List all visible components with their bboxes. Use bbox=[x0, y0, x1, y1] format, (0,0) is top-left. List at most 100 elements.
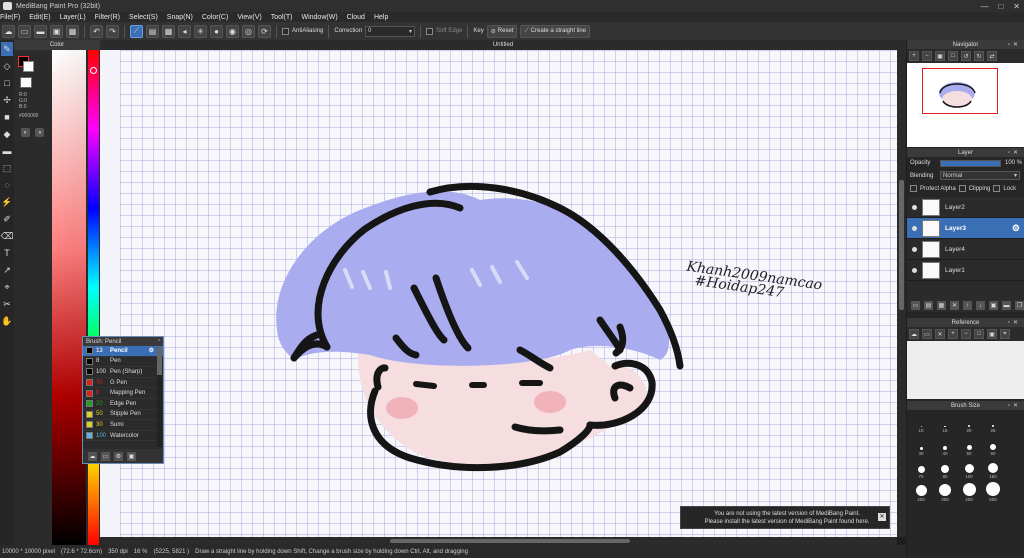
brush-size-option[interactable]: 150 bbox=[983, 459, 1003, 479]
brush-item[interactable]: 100 Watercolor bbox=[83, 431, 163, 442]
zoom-out-icon[interactable]: − bbox=[922, 51, 932, 61]
reference-view[interactable] bbox=[907, 341, 1024, 399]
menu-cloud[interactable]: Cloud bbox=[347, 14, 365, 21]
lasso-tool-icon[interactable]: ◌ bbox=[1, 178, 13, 192]
brush-size-option[interactable]: 30 bbox=[911, 436, 931, 456]
delete-layer-icon[interactable]: ✕ bbox=[950, 301, 959, 310]
opacity-slider[interactable] bbox=[940, 159, 1001, 167]
visibility-eye-icon[interactable] bbox=[912, 246, 917, 252]
eyedropper-icon[interactable]: ⌖ bbox=[1000, 329, 1010, 339]
brush-size-option[interactable]: 15 bbox=[935, 413, 955, 433]
zoom-in-icon[interactable]: + bbox=[909, 51, 919, 61]
panel-buttons[interactable]: ▫✕ bbox=[1008, 402, 1021, 409]
color-wheel-icon[interactable]: ◐ bbox=[21, 128, 30, 137]
crosshatch-icon[interactable]: ▦ bbox=[162, 24, 175, 38]
brush-size-option[interactable]: 40 bbox=[935, 436, 955, 456]
duplicate-layer-icon[interactable]: ❐ bbox=[1015, 301, 1024, 310]
curve-icon[interactable]: ⟳ bbox=[258, 24, 271, 38]
move-down-icon[interactable]: ↓ bbox=[976, 301, 985, 310]
lock-checkbox[interactable] bbox=[993, 185, 1001, 192]
brush-list-scrollbar[interactable] bbox=[157, 347, 162, 447]
brush-size-option[interactable]: 300 bbox=[935, 482, 955, 502]
save-icon[interactable]: ▣ bbox=[50, 24, 63, 38]
vertical-scroll-thumb[interactable] bbox=[899, 180, 904, 310]
menu-view[interactable]: View(V) bbox=[237, 14, 261, 21]
visibility-eye-icon[interactable] bbox=[912, 225, 917, 231]
menu-tool[interactable]: Tool(T) bbox=[271, 14, 293, 21]
canvas-area[interactable]: Khanh2009namcao #Hoidap247 bbox=[100, 50, 897, 537]
move-up-icon[interactable]: ↑ bbox=[963, 301, 972, 310]
antialiasing-checkbox[interactable] bbox=[282, 27, 289, 35]
brush-item[interactable]: 8 Pen bbox=[83, 357, 163, 368]
brush-size-option[interactable]: 50 bbox=[959, 436, 979, 456]
maximize-button[interactable]: □ bbox=[998, 2, 1003, 11]
magic-wand-icon[interactable]: ⚡ bbox=[1, 195, 13, 209]
select-eraser-icon[interactable]: ⌫ bbox=[1, 229, 14, 243]
brush-size-option[interactable]: 400 bbox=[959, 482, 979, 502]
menu-filter[interactable]: Filter(R) bbox=[95, 14, 120, 21]
brush-settings-icon[interactable]: ⚙ bbox=[114, 451, 123, 461]
gradient-tool-icon[interactable]: ▬ bbox=[1, 144, 13, 158]
straight-line-tool-icon[interactable]: ⟋ bbox=[130, 24, 143, 38]
brush-size-option[interactable]: 10 bbox=[911, 413, 931, 433]
menu-help[interactable]: Help bbox=[374, 14, 388, 21]
eyedropper-icon[interactable]: ⌖ bbox=[1, 280, 13, 294]
menu-file[interactable]: File(F) bbox=[0, 14, 20, 21]
transparent-color-swatch[interactable] bbox=[20, 77, 32, 88]
horizontal-scroll-thumb[interactable] bbox=[390, 539, 630, 543]
background-color-swatch[interactable] bbox=[23, 61, 34, 72]
brush-item[interactable]: 8 Mapping Pen bbox=[83, 388, 163, 399]
hand-tool-icon[interactable]: ✋ bbox=[1, 314, 13, 328]
chat-icon[interactable]: ▬ bbox=[34, 24, 47, 38]
text-tool-icon[interactable]: T bbox=[1, 246, 13, 260]
divide-tool-icon[interactable]: ✂ bbox=[1, 297, 13, 311]
brush-item[interactable]: 13 Pencil ⚙ bbox=[83, 346, 163, 357]
move-tool-icon[interactable]: ✢ bbox=[1, 93, 13, 107]
brush-size-option[interactable]: 25 bbox=[983, 413, 1003, 433]
brush-size-option[interactable]: 20 bbox=[959, 413, 979, 433]
zoom-in-icon[interactable]: + bbox=[948, 329, 958, 339]
gear-icon[interactable]: ⚙ bbox=[1012, 223, 1024, 234]
select-tool-icon[interactable]: ⬚ bbox=[1, 161, 13, 175]
drawing-canvas[interactable]: Khanh2009namcao #Hoidap247 bbox=[120, 50, 897, 537]
brush-size-option[interactable]: 500 bbox=[983, 482, 1003, 502]
actual-size-icon[interactable]: ▣ bbox=[987, 329, 997, 339]
close-window-button[interactable]: ✕ bbox=[1013, 2, 1020, 11]
perspective-icon[interactable]: ◂ bbox=[178, 24, 191, 38]
protect-alpha-checkbox[interactable] bbox=[910, 185, 917, 192]
reset-button[interactable]: ⊘ Reset bbox=[486, 24, 518, 38]
delete-brush-icon[interactable]: ▣ bbox=[127, 451, 136, 461]
fill-tool-icon[interactable]: ◆ bbox=[1, 127, 13, 141]
new-brush-icon[interactable]: ▭ bbox=[101, 451, 110, 461]
redo-icon[interactable]: ↷ bbox=[106, 24, 119, 38]
layer-item[interactable]: Layer2 bbox=[907, 197, 1024, 218]
blending-select[interactable]: Normal ▾ bbox=[940, 171, 1020, 180]
brush-tool-icon[interactable]: ✎ bbox=[1, 42, 13, 56]
clipping-checkbox[interactable] bbox=[958, 185, 966, 192]
folder-icon[interactable]: ▭ bbox=[922, 329, 932, 339]
merge-layer-icon[interactable]: ▣ bbox=[989, 301, 998, 310]
flip-icon[interactable]: ⇄ bbox=[987, 51, 997, 61]
menu-edit[interactable]: Edit(E) bbox=[29, 14, 50, 21]
brush-size-option[interactable]: 60 bbox=[983, 436, 1003, 456]
brush-size-option[interactable]: 100 bbox=[959, 459, 979, 479]
fit-icon[interactable]: ▣ bbox=[935, 51, 945, 61]
actual-size-icon[interactable]: □ bbox=[948, 51, 958, 61]
eraser-tool-icon[interactable]: ◇ bbox=[1, 59, 13, 73]
brush-item[interactable]: 100 Pen (Sharp) bbox=[83, 367, 163, 378]
brush-list-scroll-thumb[interactable] bbox=[157, 347, 162, 375]
folder-icon[interactable]: ▬ bbox=[1002, 301, 1011, 310]
rotate-left-icon[interactable]: ↺ bbox=[961, 51, 971, 61]
brush-size-option[interactable]: 200 bbox=[911, 482, 931, 502]
radial-icon[interactable]: ✳ bbox=[194, 24, 207, 38]
menu-select[interactable]: Select(S) bbox=[129, 14, 158, 21]
update-notice[interactable]: You are not using the latest version of … bbox=[680, 506, 890, 529]
add-8bit-layer-icon[interactable]: ▦ bbox=[937, 301, 946, 310]
new-file-icon[interactable]: ▭ bbox=[18, 24, 31, 38]
panel-buttons[interactable]: ▫✕ bbox=[1008, 319, 1021, 326]
grid-icon[interactable]: ▦ bbox=[66, 24, 79, 38]
ellipse-icon[interactable]: ◉ bbox=[226, 24, 239, 38]
concentric-icon[interactable]: ◎ bbox=[242, 24, 255, 38]
select-pen-icon[interactable]: ✐ bbox=[1, 212, 13, 226]
close-icon[interactable]: ✕ bbox=[878, 513, 886, 521]
